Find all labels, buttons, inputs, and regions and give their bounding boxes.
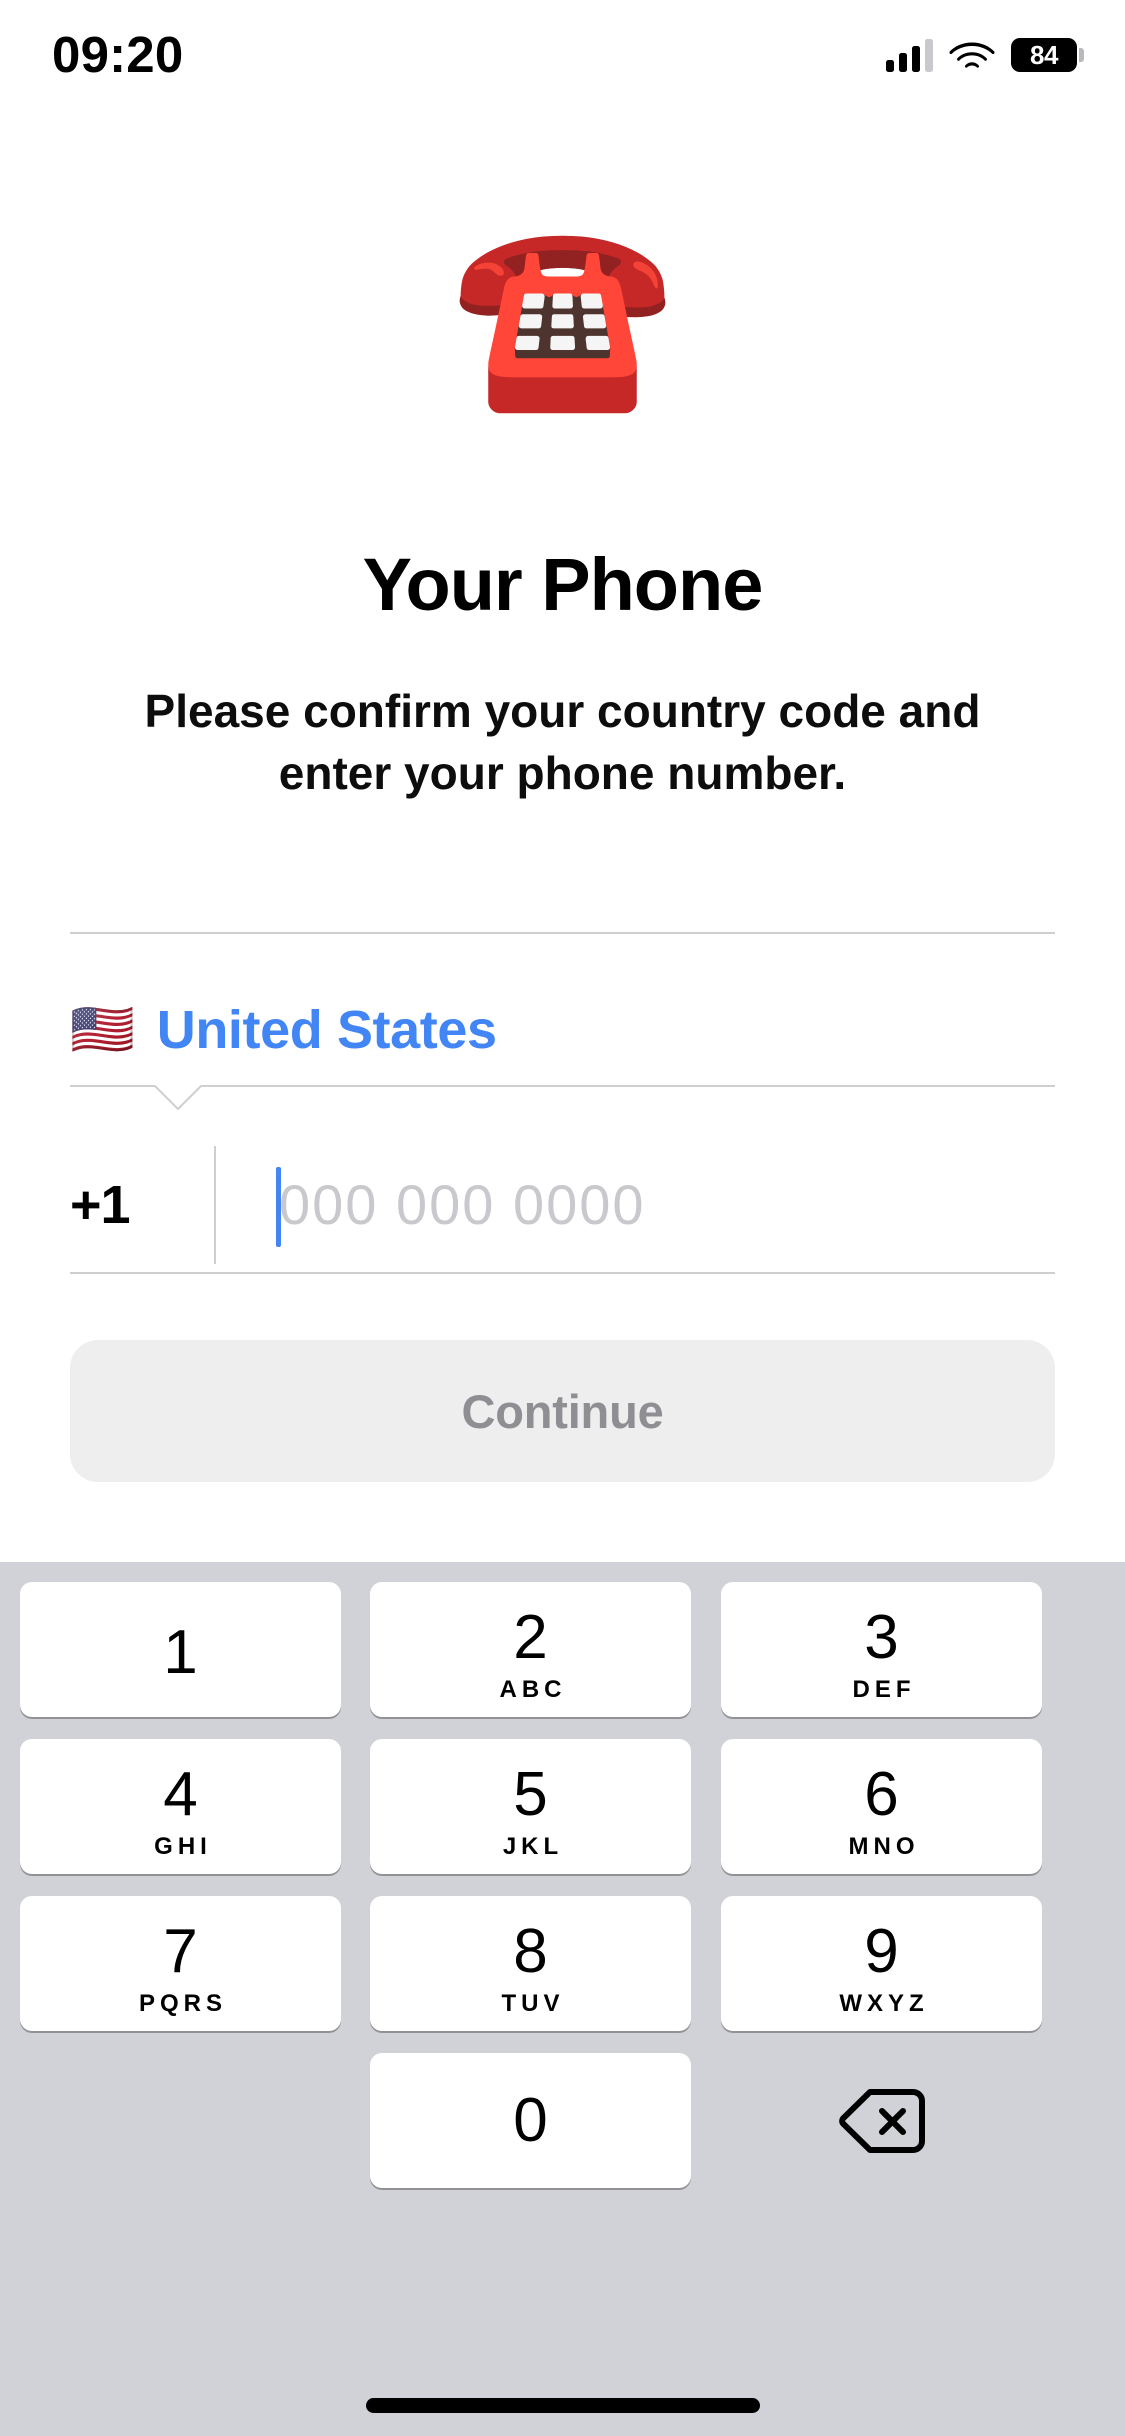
divider-with-notch (70, 1085, 1055, 1135)
battery-level-label: 84 (1030, 40, 1058, 70)
keypad-key-digit: 1 (163, 1617, 198, 1687)
keypad-key-digit: 4 (163, 1759, 198, 1829)
backspace-delete-icon[interactable] (721, 2053, 1042, 2188)
divider-above-country (70, 932, 1055, 934)
keypad-key-digit: 2 (513, 1602, 548, 1672)
text-caret (276, 1167, 281, 1247)
numeric-keypad: 1 2 ABC 3 DEF 4 GHI 5 JKL 6 MNO 7 PQRS 8 (0, 1562, 1125, 2436)
keypad-key-letters: MNO (848, 1832, 920, 1860)
keypad-key-digit: 0 (513, 2085, 548, 2155)
keypad-key-8[interactable]: 8 TUV (370, 1896, 691, 2031)
keypad-key-digit: 9 (864, 1916, 899, 1986)
keypad-key-digit: 8 (513, 1916, 548, 1986)
status-bar-time: 09:20 (52, 26, 184, 83)
country-selector[interactable]: 🇺🇸 United States (70, 975, 1055, 1085)
signal-bars-icon (886, 38, 933, 72)
phone-number-entry-screen: 09:20 84 ☎️ Your Phone Please confirm yo… (0, 0, 1125, 2436)
keypad-key-0[interactable]: 0 (370, 2053, 691, 2188)
status-bar: 09:20 84 (0, 0, 1125, 132)
keypad-key-digit: 3 (864, 1602, 899, 1672)
phone-number-field-row[interactable]: +1 000 000 0000 (70, 1140, 1055, 1270)
keypad-key-digit: 6 (864, 1759, 899, 1829)
status-bar-indicators: 84 (886, 30, 1084, 80)
keypad-key-digit: 7 (163, 1916, 198, 1986)
country-name-label: United States (156, 1000, 497, 1060)
keypad-key-5[interactable]: 5 JKL (370, 1739, 691, 1874)
keypad-key-3[interactable]: 3 DEF (721, 1582, 1042, 1717)
keypad-key-letters: GHI (154, 1832, 212, 1860)
phone-number-input[interactable]: 000 000 0000 (216, 1140, 1055, 1270)
continue-button[interactable]: Continue (70, 1340, 1055, 1482)
home-indicator (365, 2398, 760, 2413)
wifi-icon (949, 38, 995, 72)
page-subtitle: Please confirm your country code and ent… (144, 685, 981, 799)
keypad-key-1[interactable]: 1 (20, 1582, 341, 1717)
keypad-key-letters: ABC (499, 1675, 567, 1703)
phone-number-placeholder: 000 000 0000 (279, 1173, 646, 1236)
keypad-key-6[interactable]: 6 MNO (721, 1739, 1042, 1874)
keypad-key-2[interactable]: 2 ABC (370, 1582, 691, 1717)
telephone-emoji: ☎️ (450, 214, 675, 415)
keypad-key-7[interactable]: 7 PQRS (20, 1896, 341, 2031)
keypad-key-9[interactable]: 9 WXYZ (721, 1896, 1042, 2031)
page-title: Your Phone (362, 543, 764, 626)
divider-below-phone (70, 1272, 1055, 1274)
keypad-key-letters: DEF (852, 1675, 916, 1703)
keypad-key-digit: 5 (513, 1759, 548, 1829)
battery-icon: 84 (1011, 38, 1084, 72)
keypad-key-4[interactable]: 4 GHI (20, 1739, 341, 1874)
country-code-label: +1 (70, 1175, 131, 1235)
keypad-key-letters: JKL (502, 1832, 564, 1860)
keypad-key-letters: WXYZ (839, 1989, 929, 2017)
keypad-key-letters: PQRS (138, 1989, 227, 2017)
keypad-key-letters: TUV (501, 1989, 565, 2017)
flag-united-states-icon: 🇺🇸 (70, 1001, 135, 1059)
